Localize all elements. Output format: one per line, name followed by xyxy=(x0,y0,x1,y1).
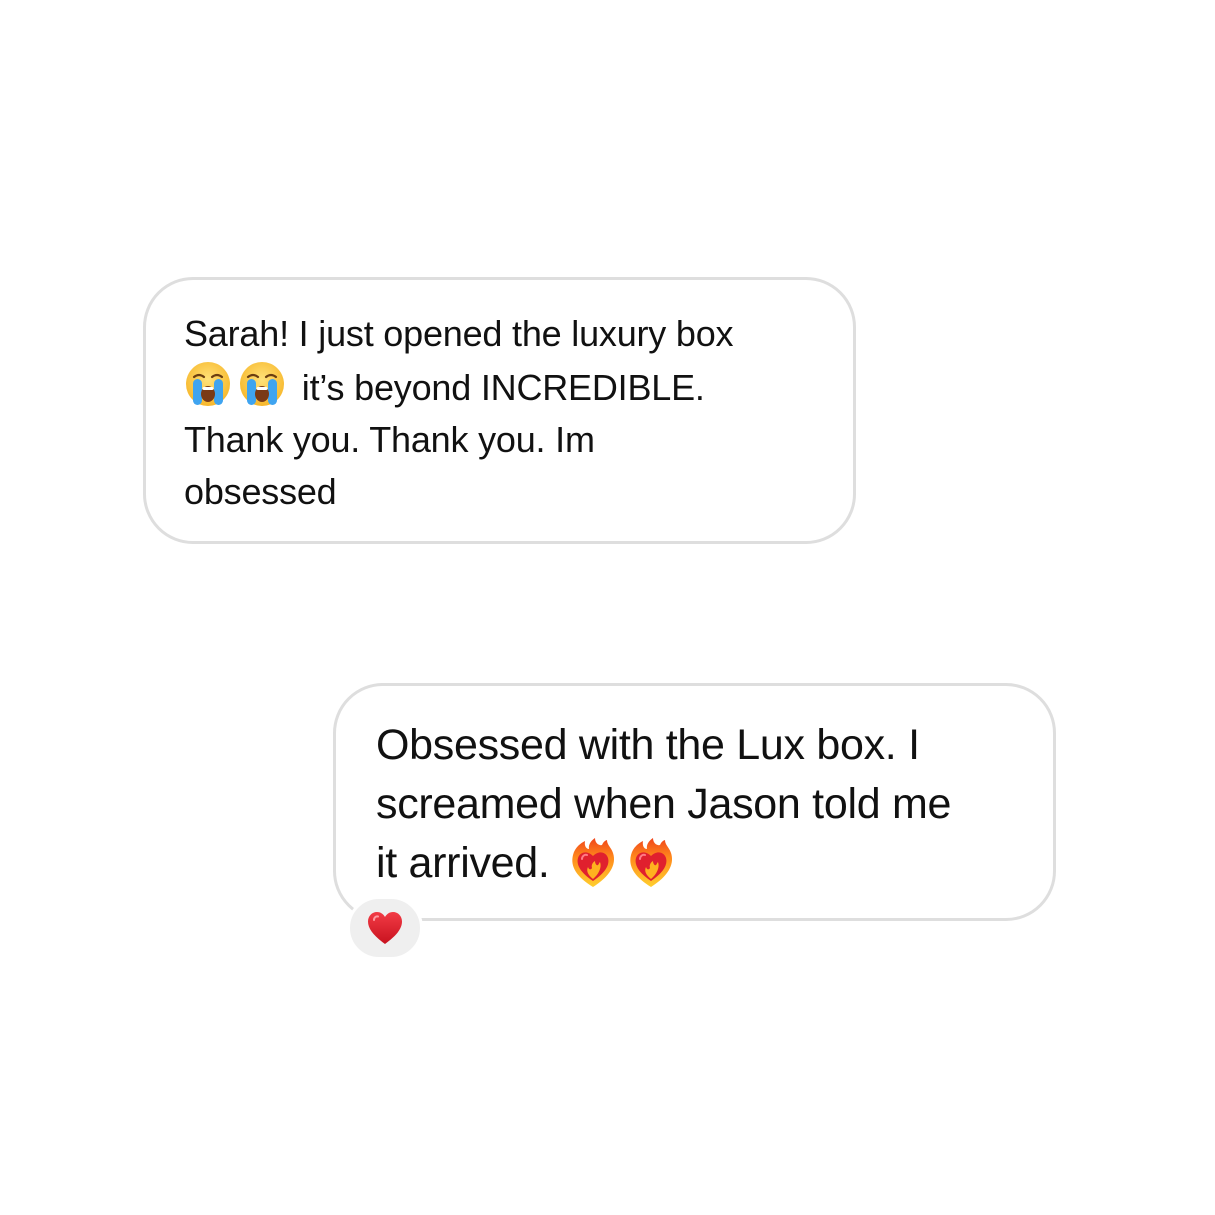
message-line: it arrived. xyxy=(376,839,562,887)
message-line: it’s beyond INCREDIBLE. xyxy=(292,367,705,408)
red-heart-icon xyxy=(368,912,402,944)
message-bubble-received[interactable]: Sarah! I just opened the luxury box it’s… xyxy=(143,277,856,544)
heart-on-fire-icon xyxy=(625,837,677,889)
message-bubble-sent[interactable]: Obsessed with the Lux box. I screamed wh… xyxy=(333,683,1056,921)
message-text: Obsessed with the Lux box. I screamed wh… xyxy=(376,716,1023,893)
crying-face-icon xyxy=(238,360,286,408)
message-line: Sarah! I just opened the luxury box xyxy=(184,313,734,354)
message-line: screamed when Jason told me xyxy=(376,780,952,828)
crying-face-icon xyxy=(184,360,232,408)
message-line: Thank you. Thank you. Im xyxy=(184,419,595,460)
message-reaction[interactable] xyxy=(347,896,423,960)
message-line: obsessed xyxy=(184,471,337,512)
message-text: Sarah! I just opened the luxury box it’s… xyxy=(184,308,823,518)
heart-on-fire-icon xyxy=(567,837,619,889)
message-line: Obsessed with the Lux box. I xyxy=(376,721,920,769)
